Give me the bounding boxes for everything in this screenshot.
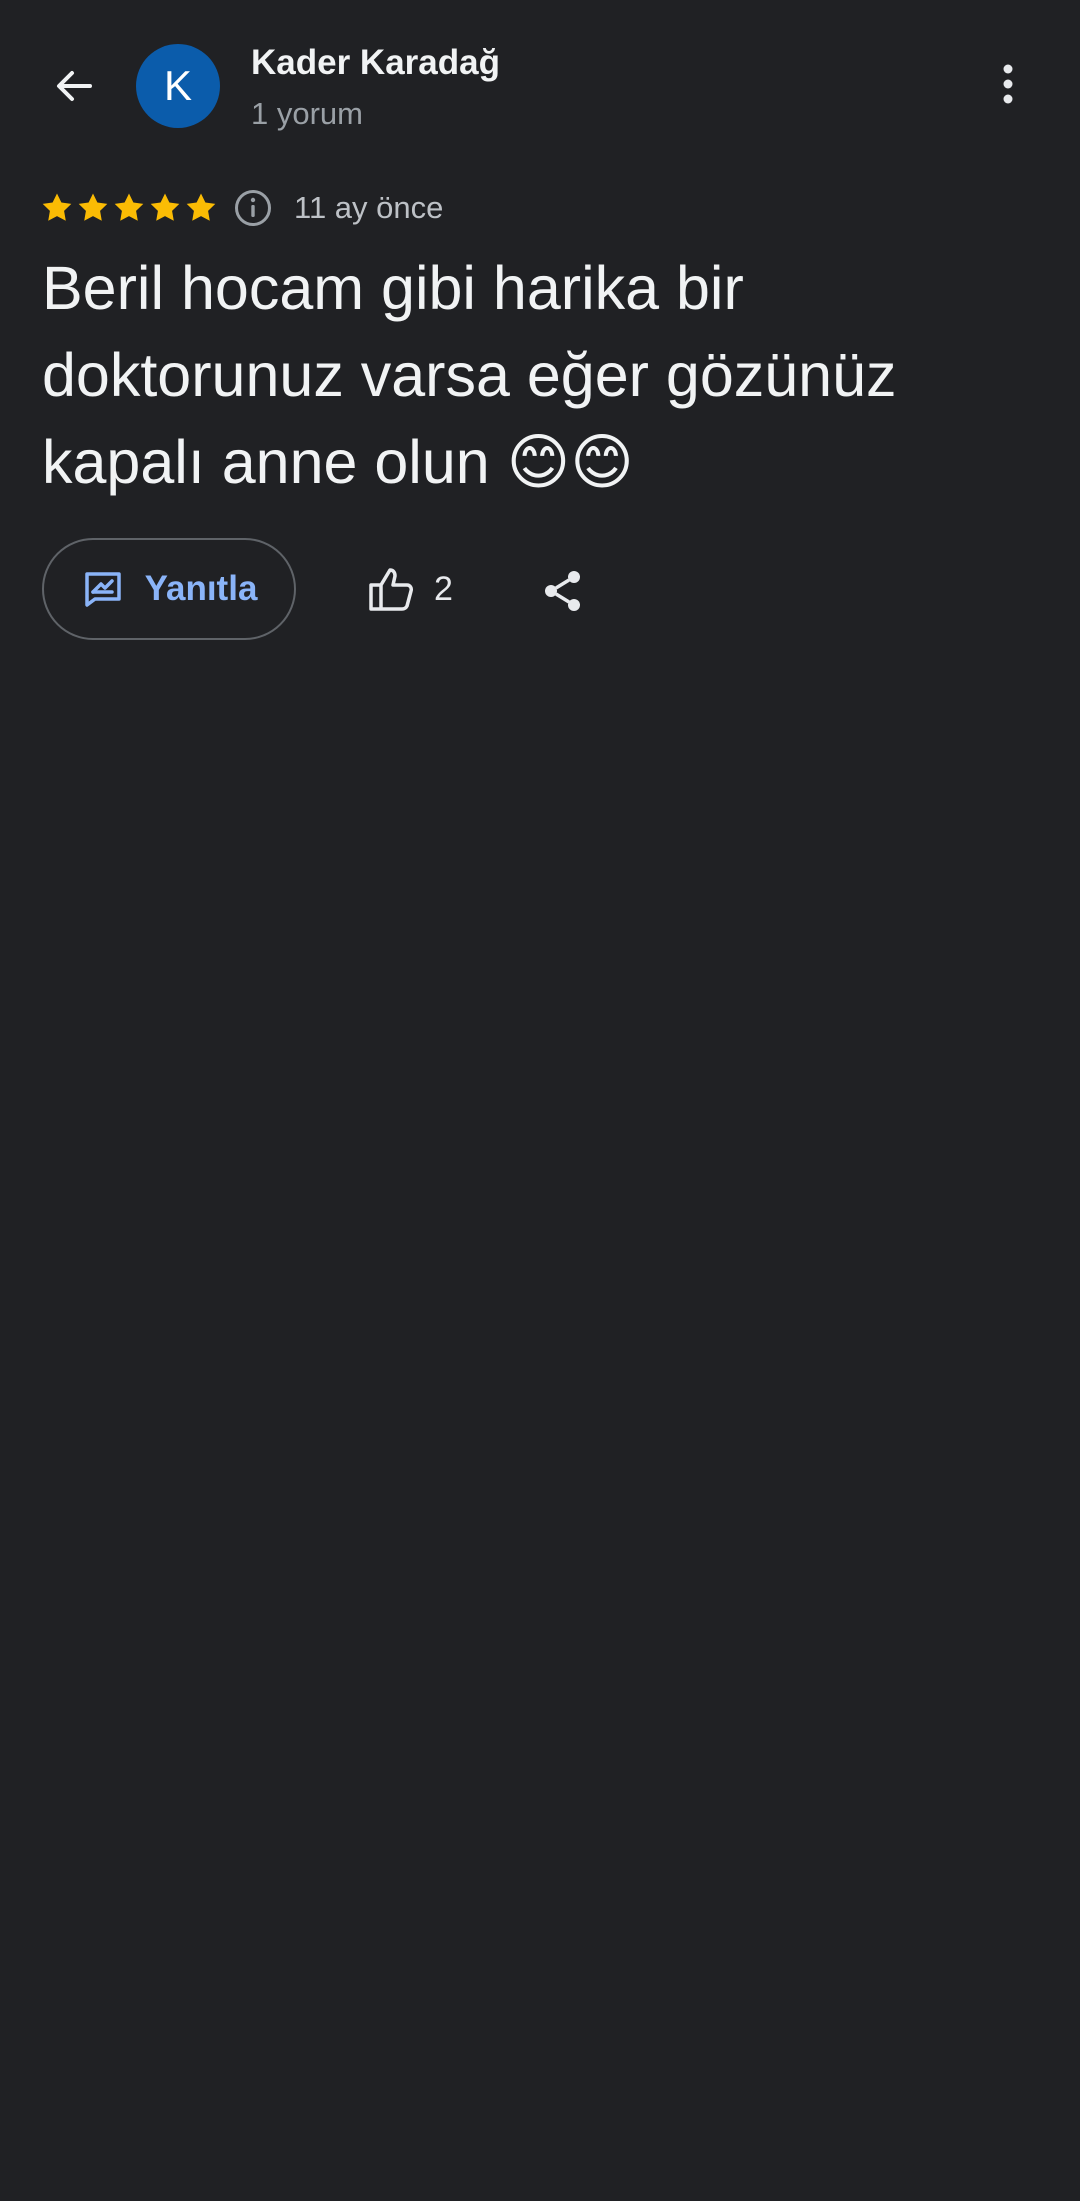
info-icon[interactable] [232,187,274,229]
avatar-initial: K [163,62,192,109]
reply-button[interactable]: Yanıtla [42,538,296,640]
more-vertical-icon [1003,64,1013,104]
thumbs-up-icon [369,568,413,611]
review-meta: 11 ay önce [40,184,443,232]
review-age: 11 ay önce [294,190,444,225]
like-count: 2 [434,569,453,608]
arrow-left-icon [57,71,92,101]
star-icon [150,193,180,221]
like-button[interactable]: 2 [364,548,453,630]
star-icon [42,193,72,221]
info-circle-icon [235,190,271,226]
star-icon [78,193,108,221]
reply-message-icon [84,572,121,607]
back-button[interactable] [34,50,114,122]
share-button[interactable] [522,550,604,632]
reply-button-label: Yanıtla [144,569,258,608]
share-icon [545,571,580,611]
star-icon [186,193,216,221]
reviewer-review-count: 1 yorum [251,96,363,131]
star-rating [40,184,218,232]
review-actions: Yanıtla 2 [42,538,1038,644]
review-header: K Kader Karadağ 1 yorum [0,0,1080,160]
avatar[interactable]: K [136,44,220,128]
reviewer-name[interactable]: Kader Karadağ [251,43,500,83]
review-text: Beril hocam gibi harika bir doktorunuz v… [42,254,897,496]
star-icon [114,193,144,221]
more-options-button[interactable] [980,56,1036,112]
